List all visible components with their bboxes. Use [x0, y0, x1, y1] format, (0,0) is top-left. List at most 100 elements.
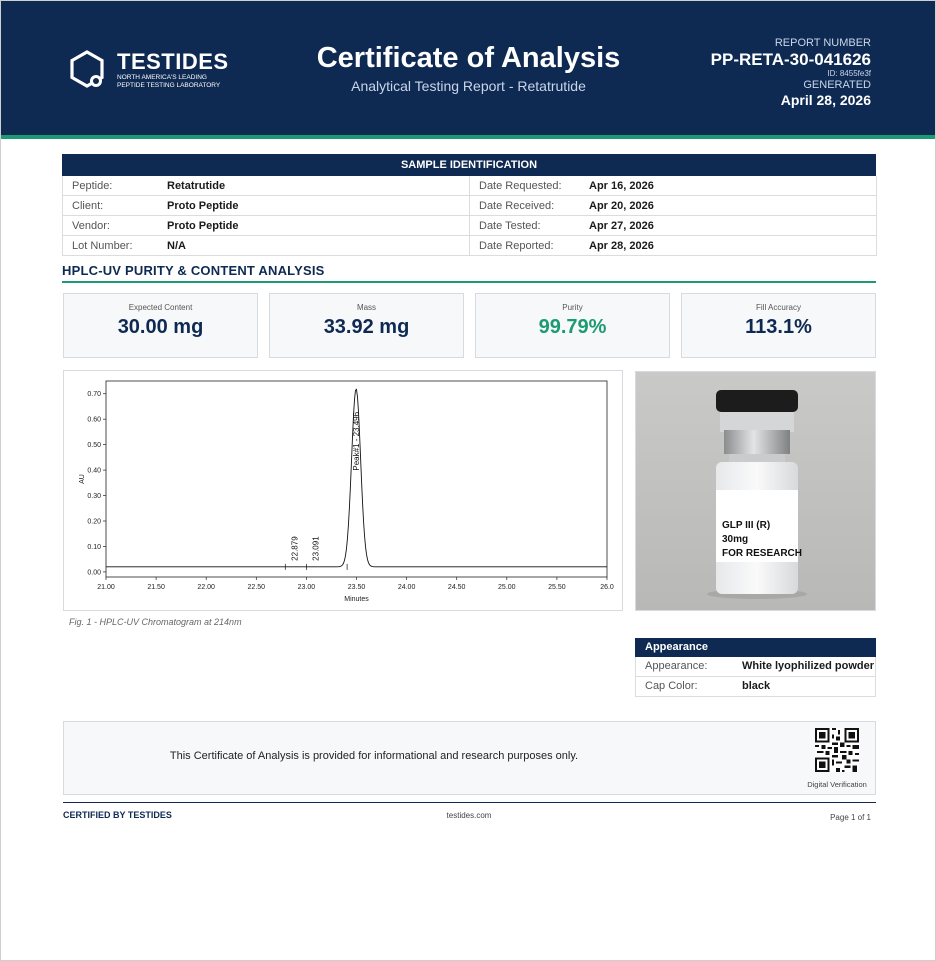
- report-id: ID: 8455fe3f: [827, 69, 871, 78]
- x-tick-label: 21.50: [147, 584, 165, 591]
- peptide-value: Retatrutide: [167, 180, 226, 192]
- report-header: TESTIDES NORTH AMERICA'S LEADING PEPTIDE…: [1, 1, 935, 135]
- appearance-label: Appearance:: [645, 660, 708, 672]
- footer-website-link[interactable]: testides.com: [1, 811, 936, 820]
- sample-identification-table: SAMPLE IDENTIFICATION Peptide: Retatrutid…: [62, 154, 877, 256]
- brand-tagline: NORTH AMERICA'S LEADING PEPTIDE TESTING …: [117, 74, 247, 90]
- table-row: Date Requested: Apr 16, 2026: [470, 176, 877, 196]
- date-tested-value: Apr 27, 2026: [589, 220, 654, 232]
- cap-color-label: Cap Color:: [645, 680, 698, 692]
- y-axis-label: AU: [79, 474, 86, 484]
- vial-photo: GLP III (R) 30mg FOR RESEARCH: [635, 371, 876, 611]
- generated-date: April 28, 2026: [780, 92, 871, 108]
- table-row: Date Tested: Apr 27, 2026: [470, 216, 877, 236]
- sample-identification-heading: SAMPLE IDENTIFICATION: [62, 154, 876, 176]
- y-tick-label: 0.30: [87, 493, 101, 500]
- table-row: Client: Proto Peptide: [63, 196, 470, 216]
- peak-label: 23.091: [312, 536, 321, 561]
- disclaimer-box: This Certificate of Analysis is provided…: [63, 721, 876, 795]
- metric-value: 113.1%: [745, 316, 812, 338]
- table-row: Date Reported: Apr 28, 2026: [470, 236, 877, 256]
- y-tick-label: 0.00: [87, 569, 101, 576]
- table-row: Vendor: Proto Peptide: [63, 216, 470, 236]
- chromatogram-svg: 0.00 0.10 0.20 0.30 0.40 0.50 0.60 0.70 21.00 21.…: [79, 380, 614, 603]
- vendor-value: Proto Peptide: [167, 220, 239, 232]
- table-row: Peptide: Retatrutide: [63, 176, 470, 196]
- date-received-value: Apr 20, 2026: [589, 200, 654, 212]
- vial-label-line-1: GLP III (R): [722, 520, 770, 531]
- report-number: PP-RETA-30-041626: [710, 50, 871, 69]
- x-axis-label: Minutes: [344, 596, 369, 603]
- metric-label: Expected Content: [128, 303, 193, 312]
- chromatogram-chart: 0.00 0.10 0.20 0.30 0.40 0.50 0.60 0.70 21.00 21.…: [63, 370, 623, 611]
- appearance-heading: Appearance: [635, 638, 876, 657]
- date-reported-value: Apr 28, 2026: [589, 240, 654, 252]
- lot-number-value: N/A: [167, 240, 186, 252]
- x-tick-label: 23.00: [298, 584, 316, 591]
- analysis-heading: HPLC-UV PURITY & CONTENT ANALYSIS: [62, 263, 325, 278]
- peptide-label: Peptide:: [72, 180, 113, 192]
- y-tick-label: 0.60: [87, 417, 101, 424]
- appearance-table: Appearance Appearance: White lyophilized …: [635, 638, 876, 697]
- generated-label: GENERATED: [803, 79, 871, 91]
- brand-logo: TESTIDES NORTH AMERICA'S LEADING PEPTIDE…: [69, 49, 239, 93]
- vial-label-line-3: FOR RESEARCH: [722, 548, 802, 559]
- report-number-label: REPORT NUMBER: [774, 37, 871, 49]
- document-title: Certificate of Analysis: [316, 42, 621, 74]
- client-label: Client:: [72, 200, 104, 212]
- section-divider: [62, 281, 876, 283]
- metric-label: Purity: [562, 303, 583, 312]
- x-tick-label: 26.0: [600, 584, 614, 591]
- table-row: Lot Number: N/A: [63, 236, 470, 256]
- tagline-line-1: NORTH AMERICA'S LEADING: [117, 74, 207, 81]
- report-info: REPORT NUMBER PP-RETA-30-041626 ID: 8455…: [711, 37, 871, 109]
- brand-name: TESTIDES: [117, 49, 229, 74]
- x-tick-label: 24.00: [398, 584, 416, 591]
- date-tested-label: Date Tested:: [479, 220, 541, 232]
- date-reported-label: Date Reported:: [479, 240, 554, 252]
- date-requested-value: Apr 16, 2026: [589, 180, 654, 192]
- x-tick-label: 25.00: [498, 584, 516, 591]
- client-value: Proto Peptide: [167, 200, 239, 212]
- appearance-value: White lyophilized powder: [742, 660, 874, 672]
- figure-caption: Fig. 1 - HPLC-UV Chromatogram at 214nm: [69, 617, 242, 627]
- vial-label-line-2: 30mg: [722, 534, 748, 545]
- table-row: Date Received: Apr 20, 2026: [470, 196, 877, 216]
- y-tick-label: 0.10: [87, 544, 101, 551]
- metric-mass: Mass 33.92 mg: [269, 293, 464, 358]
- date-received-label: Date Received:: [479, 200, 555, 212]
- table-row: Appearance: White lyophilized powder: [635, 657, 876, 677]
- header-accent-stripe: [1, 135, 935, 139]
- metric-expected-content: Expected Content 30.00 mg: [63, 293, 258, 358]
- cap-color-value: black: [742, 680, 771, 692]
- vial-image: GLP III (R) 30mg FOR RESEARCH: [636, 372, 875, 610]
- x-tick-label: 21.00: [97, 584, 115, 591]
- x-tick-label: 23.50: [348, 584, 366, 591]
- y-tick-label: 0.40: [87, 468, 101, 475]
- x-tick-label: 25.50: [548, 584, 566, 591]
- tagline-line-2: PEPTIDE TESTING LABORATORY: [117, 82, 221, 89]
- document-subtitle: Analytical Testing Report - Retatrutide: [351, 78, 586, 94]
- metric-value: 99.79%: [538, 316, 607, 338]
- metric-fill-accuracy: Fill Accuracy 113.1%: [681, 293, 876, 358]
- date-requested-label: Date Requested:: [479, 180, 562, 192]
- metric-value: 30.00 mg: [117, 316, 204, 338]
- table-row: Cap Color: black: [635, 677, 876, 697]
- x-tick-label: 24.50: [448, 584, 466, 591]
- footer-divider: [63, 802, 876, 803]
- qr-label: Digital Verification: [807, 780, 867, 789]
- disclaimer-text: This Certificate of Analysis is provided…: [169, 750, 579, 762]
- hexagon-logo-icon: [70, 50, 104, 88]
- peak-label: Peak#1 - 23.496: [352, 411, 361, 470]
- x-tick-label: 22.00: [197, 584, 215, 591]
- metric-value: 33.92 mg: [323, 316, 410, 338]
- x-tick-label: 22.50: [248, 584, 266, 591]
- metric-label: Fill Accuracy: [756, 303, 801, 312]
- y-tick-label: 0.20: [87, 519, 101, 526]
- qr-code-icon[interactable]: [815, 728, 859, 772]
- vendor-label: Vendor:: [72, 220, 110, 232]
- peak-label: 22.879: [290, 536, 299, 561]
- y-tick-label: 0.70: [87, 391, 101, 398]
- plot-frame: [105, 380, 608, 578]
- metric-label: Mass: [356, 303, 377, 312]
